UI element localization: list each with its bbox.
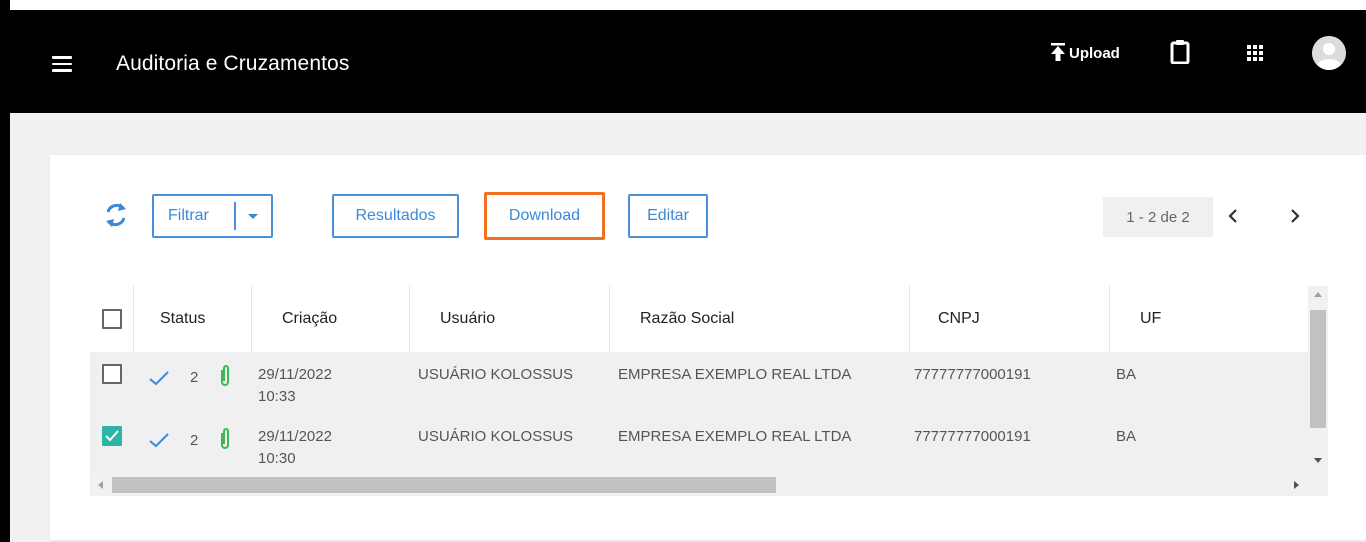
scroll-left-icon[interactable] [98,481,103,489]
upload-button[interactable]: Upload [1050,43,1120,61]
uf-cell: BA [1116,366,1137,383]
table-row[interactable]: 2 29/11/2022 10:30 USUÁRIO KOLOSSUS EMPR… [90,420,1310,474]
apps-icon[interactable] [1247,45,1263,61]
creation-date: 29/11/2022 [258,366,332,383]
clipboard-icon[interactable] [1170,40,1190,64]
paperclip-icon[interactable] [218,427,232,451]
checkbox-check-icon [105,430,119,442]
horizontal-scroll-thumb[interactable] [112,477,776,493]
data-table: Status Criação Usuário Razão Social CNPJ… [90,286,1310,474]
upload-icon [1051,43,1065,61]
edit-button[interactable]: Editar [628,194,708,238]
cnpj-cell: 77777777000191 [914,366,1031,383]
pagination-range: 1 - 2 de 2 [1103,197,1213,237]
filter-separator [234,202,236,230]
status-count: 2 [190,432,199,449]
select-all-checkbox[interactable] [101,309,122,329]
results-button[interactable]: Resultados [332,194,459,238]
select-all-cell [90,286,134,352]
filter-label: Filtrar [168,207,209,224]
status-count: 2 [190,369,199,386]
company-cell: EMPRESA EXEMPLO REAL LTDA [618,366,852,383]
download-button[interactable]: Download [484,192,605,240]
creation-time: 10:33 [258,388,296,405]
vertical-scroll-thumb[interactable] [1310,310,1326,428]
app-window: Auditoria e Cruzamentos Upload Filtrar R… [0,0,1366,542]
column-header-user[interactable]: Usuário [410,286,610,352]
vertical-scrollbar[interactable] [1308,286,1328,474]
row-checkbox[interactable] [102,364,122,384]
table-header: Status Criação Usuário Razão Social CNPJ… [90,286,1310,352]
table-row[interactable]: 2 29/11/2022 10:33 USUÁRIO KOLOSSUS EMPR… [90,352,1310,420]
creation-time: 10:30 [258,450,296,467]
column-header-status[interactable]: Status [134,286,252,352]
chevron-left-icon[interactable] [1228,208,1238,224]
company-cell: EMPRESA EXEMPLO REAL LTDA [618,428,852,445]
chevron-down-icon[interactable] [248,213,258,219]
paperclip-icon[interactable] [218,364,232,388]
row-checkbox-checked[interactable] [102,426,122,446]
creation-date: 29/11/2022 [258,428,332,445]
app-title: Auditoria e Cruzamentos [116,52,350,75]
column-header-creation[interactable]: Criação [252,286,410,352]
menu-icon[interactable] [52,56,72,72]
scroll-down-icon[interactable] [1314,458,1322,463]
checkmark-icon [149,433,169,448]
refresh-icon[interactable] [103,201,129,229]
user-cell: USUÁRIO KOLOSSUS [418,366,574,383]
scroll-right-icon[interactable] [1294,481,1299,489]
chevron-right-icon[interactable] [1290,208,1300,224]
column-header-cnpj[interactable]: CNPJ [910,286,1110,352]
upload-label: Upload [1069,45,1120,62]
checkmark-icon [149,371,169,386]
scroll-up-icon[interactable] [1314,292,1322,297]
app-bar: Auditoria e Cruzamentos Upload [10,10,1366,113]
uf-cell: BA [1116,428,1137,445]
filter-button[interactable]: Filtrar [152,194,273,238]
column-header-uf[interactable]: UF [1110,286,1310,352]
window-edge [0,0,10,542]
avatar-icon[interactable] [1312,36,1346,70]
horizontal-scrollbar[interactable] [90,474,1328,496]
column-header-company[interactable]: Razão Social [610,286,910,352]
cnpj-cell: 77777777000191 [914,428,1031,445]
user-cell: USUÁRIO KOLOSSUS [418,428,574,445]
